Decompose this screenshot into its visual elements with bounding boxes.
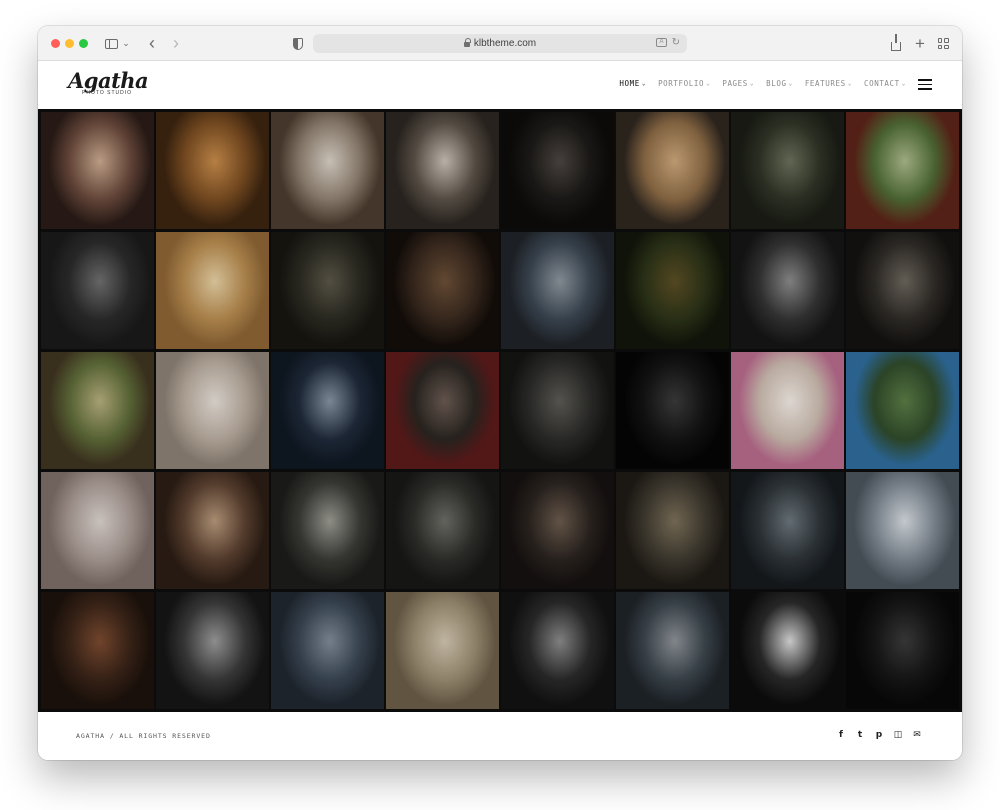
chevron-down-icon: ⌄ xyxy=(641,80,647,87)
site-logo[interactable]: Agatha PHOTO STUDIO xyxy=(68,68,149,100)
gallery-photo[interactable] xyxy=(846,592,959,709)
lock-icon xyxy=(463,38,471,47)
gallery-photo[interactable] xyxy=(386,112,499,229)
browser-window: ⌄ ‹ › klbtheme.com A ↻ + Agatha PHOTO ST… xyxy=(38,26,962,760)
nav-item-contact[interactable]: CONTACT ⌄ xyxy=(864,79,906,88)
nav-item-features[interactable]: FEATURES ⌄ xyxy=(805,79,852,88)
gallery-photo[interactable] xyxy=(846,112,959,229)
gallery-photo[interactable] xyxy=(271,232,384,349)
back-icon[interactable]: ‹ xyxy=(146,33,158,53)
logo-name: Agatha xyxy=(68,68,149,93)
plus-icon[interactable]: + xyxy=(914,34,926,53)
gallery-photo[interactable] xyxy=(616,592,729,709)
gallery-photo[interactable] xyxy=(846,352,959,469)
gallery-photo[interactable] xyxy=(41,592,154,709)
hamburger-menu-icon[interactable] xyxy=(918,79,932,90)
gallery-photo[interactable] xyxy=(731,352,844,469)
gallery-photo[interactable] xyxy=(846,472,959,589)
chevron-down-icon: ⌄ xyxy=(901,80,906,87)
gallery-photo[interactable] xyxy=(271,352,384,469)
gallery-photo[interactable] xyxy=(41,352,154,469)
pinterest-icon[interactable]: p xyxy=(874,730,884,740)
translate-icon[interactable]: A xyxy=(656,38,667,47)
facebook-icon[interactable]: f xyxy=(836,730,846,740)
gallery-photo[interactable] xyxy=(271,112,384,229)
address-bar[interactable]: klbtheme.com A ↻ xyxy=(313,34,687,53)
photo-gallery xyxy=(38,109,962,712)
gallery-photo[interactable] xyxy=(501,352,614,469)
gallery-photo[interactable] xyxy=(501,232,614,349)
site-footer: AGATHA / ALL RIGHTS RESERVED f t p ◫ ✉ xyxy=(38,712,962,760)
gallery-photo[interactable] xyxy=(616,112,729,229)
copyright-text: AGATHA / ALL RIGHTS RESERVED xyxy=(76,732,211,740)
reload-icon[interactable]: ↻ xyxy=(672,37,680,48)
gallery-photo[interactable] xyxy=(156,592,269,709)
gallery-photo[interactable] xyxy=(156,472,269,589)
gallery-photo[interactable] xyxy=(386,592,499,709)
minimize-window-button[interactable] xyxy=(65,39,74,48)
close-window-button[interactable] xyxy=(51,39,60,48)
gallery-photo[interactable] xyxy=(731,592,844,709)
sidebar-icon[interactable] xyxy=(104,35,118,52)
gallery-photo[interactable] xyxy=(386,352,499,469)
gallery-photo[interactable] xyxy=(386,232,499,349)
gallery-photo[interactable] xyxy=(41,472,154,589)
chevron-down-icon: ⌄ xyxy=(749,80,755,87)
zoom-window-button[interactable] xyxy=(79,39,88,48)
gallery-photo[interactable] xyxy=(501,592,614,709)
chevron-down-icon[interactable]: ⌄ xyxy=(122,35,130,52)
nav-item-blog[interactable]: BLOG ⌄ xyxy=(766,79,793,88)
gallery-photo[interactable] xyxy=(386,472,499,589)
chevron-down-icon: ⌄ xyxy=(847,80,852,87)
gallery-photo[interactable] xyxy=(846,232,959,349)
nav-item-home[interactable]: HOME ⌄ xyxy=(619,79,646,88)
url-text: klbtheme.com xyxy=(473,38,537,49)
social-links: f t p ◫ ✉ xyxy=(836,730,922,740)
gallery-photo[interactable] xyxy=(271,472,384,589)
chevron-down-icon: ⌄ xyxy=(706,80,711,87)
share-icon[interactable] xyxy=(890,33,902,52)
gallery-photo[interactable] xyxy=(731,472,844,589)
site-header: Agatha PHOTO STUDIO HOME ⌄ PORTFOLIO ⌄ PAG… xyxy=(38,61,962,109)
gallery-photo[interactable] xyxy=(271,592,384,709)
gallery-photo[interactable] xyxy=(41,112,154,229)
instagram-icon[interactable]: ◫ xyxy=(893,730,903,740)
gallery-photo[interactable] xyxy=(156,232,269,349)
gallery-photo[interactable] xyxy=(156,112,269,229)
gallery-photo[interactable] xyxy=(616,472,729,589)
gallery-photo[interactable] xyxy=(616,352,729,469)
gallery-photo[interactable] xyxy=(731,232,844,349)
forward-icon[interactable]: › xyxy=(170,33,182,53)
gallery-photo[interactable] xyxy=(731,112,844,229)
nav-item-pages[interactable]: PAGES ⌄ xyxy=(722,79,754,88)
main-nav: HOME ⌄ PORTFOLIO ⌄ PAGES ⌄ BLOG ⌄ FEATURES ⌄ … xyxy=(619,79,906,88)
shield-icon[interactable] xyxy=(292,35,304,52)
browser-toolbar: ⌄ ‹ › klbtheme.com A ↻ + xyxy=(38,26,962,61)
gallery-photo[interactable] xyxy=(156,352,269,469)
twitter-icon[interactable]: t xyxy=(855,730,865,740)
gallery-photo[interactable] xyxy=(616,232,729,349)
gallery-photo[interactable] xyxy=(41,232,154,349)
gallery-photo[interactable] xyxy=(501,472,614,589)
chevron-down-icon: ⌄ xyxy=(788,80,793,87)
tab-overview-icon[interactable] xyxy=(937,35,949,52)
email-icon[interactable]: ✉ xyxy=(912,730,922,740)
nav-item-portfolio[interactable]: PORTFOLIO ⌄ xyxy=(658,79,710,88)
gallery-photo[interactable] xyxy=(501,112,614,229)
